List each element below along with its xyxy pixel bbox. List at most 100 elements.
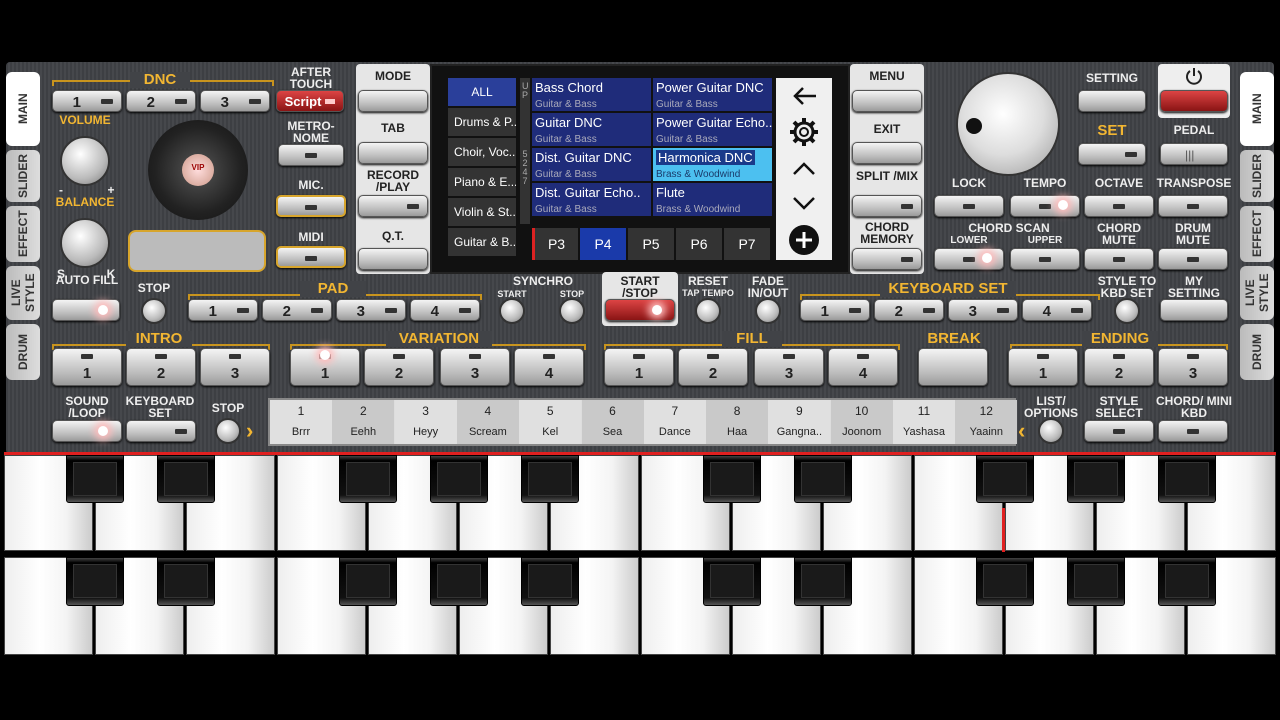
black-key[interactable]: [794, 455, 852, 503]
sound-pad-9[interactable]: 9 Gangna..: [768, 400, 831, 444]
tempo-button[interactable]: [1010, 195, 1080, 217]
fill-button-4[interactable]: 4: [828, 348, 898, 386]
synchro-start-knob[interactable]: [499, 298, 525, 324]
pad-button-3[interactable]: 3: [336, 299, 406, 321]
gear-icon[interactable]: [788, 116, 820, 148]
chord-scan-lower-button[interactable]: [934, 248, 1004, 270]
metronome-button[interactable]: [278, 144, 344, 166]
black-key[interactable]: [339, 455, 397, 503]
dnc-button-3[interactable]: 3: [200, 90, 270, 112]
sound-pad-6[interactable]: 6 Sea: [581, 400, 644, 444]
black-key[interactable]: [703, 557, 761, 606]
page-tab-p6[interactable]: P6: [676, 228, 722, 260]
right-tab-live-style[interactable]: LIVE STYLE: [1240, 266, 1274, 320]
black-key[interactable]: [521, 557, 579, 606]
keyboard-set-button-1[interactable]: 1: [800, 299, 870, 321]
my-setting-button[interactable]: [1160, 299, 1228, 321]
octave-button[interactable]: [1084, 195, 1154, 217]
ending-button-2[interactable]: 2: [1084, 348, 1154, 386]
page-tab-p4[interactable]: P4: [580, 228, 626, 260]
page-scroll[interactable]: UP 5 2 4 7: [520, 78, 530, 224]
set-button[interactable]: [1078, 143, 1146, 165]
black-key[interactable]: [157, 557, 215, 606]
black-key[interactable]: [1158, 557, 1216, 606]
category-violin[interactable]: Violin & St..: [448, 198, 516, 226]
voice-flute[interactable]: Flute Brass & Woodwind: [653, 183, 772, 217]
tab-button[interactable]: [358, 142, 428, 164]
exit-button[interactable]: [852, 142, 922, 164]
list-options-knob[interactable]: [1038, 418, 1064, 444]
black-key[interactable]: [66, 557, 124, 606]
black-key[interactable]: [794, 557, 852, 606]
sound-pad-10[interactable]: 10 Joonom: [830, 400, 893, 444]
power-button[interactable]: [1160, 90, 1228, 112]
black-key[interactable]: [1067, 557, 1125, 606]
page-tab-p5[interactable]: P5: [628, 228, 674, 260]
left-tab-slider[interactable]: SLIDER: [6, 150, 40, 202]
pad-button-2[interactable]: 2: [262, 299, 332, 321]
black-key[interactable]: [703, 455, 761, 503]
script-button[interactable]: Script: [276, 90, 344, 112]
setting-button[interactable]: [1078, 90, 1146, 112]
category-drums[interactable]: Drums & P..: [448, 108, 516, 136]
intro-button-1[interactable]: 1: [52, 348, 122, 386]
page-tab-p3[interactable]: P3: [532, 228, 578, 260]
mode-button[interactable]: [358, 90, 428, 112]
variation-button-3[interactable]: 3: [440, 348, 510, 386]
record-play-button[interactable]: [358, 195, 428, 217]
sound-pad-3[interactable]: 3 Heyy: [394, 400, 457, 444]
black-key[interactable]: [157, 455, 215, 503]
lock-button[interactable]: [934, 195, 1004, 217]
drum-mute-button[interactable]: [1158, 248, 1228, 270]
variation-button-4[interactable]: 4: [514, 348, 584, 386]
black-key[interactable]: [976, 455, 1034, 503]
left-tab-main[interactable]: MAIN: [6, 72, 40, 146]
right-tab-slider[interactable]: SLIDER: [1240, 150, 1274, 202]
reset-knob[interactable]: [695, 298, 721, 324]
sound-pad-1[interactable]: 1 Brrr: [270, 400, 332, 444]
black-key[interactable]: [976, 557, 1034, 606]
fill-button-1[interactable]: 1: [604, 348, 674, 386]
sound-pad-5[interactable]: 5 Kel: [519, 400, 582, 444]
chord-scan-upper-button[interactable]: [1010, 248, 1080, 270]
sound-loop-button[interactable]: [52, 420, 122, 442]
black-key[interactable]: [430, 455, 488, 503]
qt-button[interactable]: [358, 248, 428, 270]
sound-pad-7[interactable]: 7 Dance: [643, 400, 706, 444]
black-key[interactable]: [1067, 455, 1125, 503]
category-piano[interactable]: Piano & E...: [448, 168, 516, 196]
balance-knob[interactable]: [60, 218, 110, 268]
page-tab-p7[interactable]: P7: [724, 228, 770, 260]
black-key[interactable]: [66, 455, 124, 503]
fade-knob[interactable]: [755, 298, 781, 324]
sound-pad-12[interactable]: 12 Yaainn: [955, 400, 1018, 444]
category-choir[interactable]: Choir, Voc..: [448, 138, 516, 166]
voice-bass-chord[interactable]: Bass Chord Guitar & Bass: [532, 78, 651, 112]
sound-pad-11[interactable]: 11 Yashasa: [893, 400, 955, 444]
pad-button-1[interactable]: 1: [188, 299, 258, 321]
voice-power-guitar-echo[interactable]: Power Guitar Echo.. Guitar & Bass: [653, 113, 772, 147]
left-tab-live-style[interactable]: LIVE STYLE: [6, 266, 40, 320]
fill-button-2[interactable]: 2: [678, 348, 748, 386]
stop2-knob[interactable]: [215, 418, 241, 444]
pad-button-4[interactable]: 4: [410, 299, 480, 321]
sound-pad-2[interactable]: 2 Eehh: [332, 400, 395, 444]
menu-button[interactable]: [852, 90, 922, 112]
sound-pad-4[interactable]: 4 Scream: [456, 400, 519, 444]
chevron-down-icon[interactable]: [792, 196, 816, 210]
left-tab-effect[interactable]: EFFECT: [6, 206, 40, 262]
keyboard-set-button-4[interactable]: 4: [1022, 299, 1092, 321]
left-tab-drum[interactable]: DRUM: [6, 324, 40, 380]
break-button[interactable]: [918, 348, 988, 386]
voice-harmonica-dnc[interactable]: Harmonica DNC Brass & Woodwind: [653, 148, 772, 182]
back-arrow-icon[interactable]: [792, 86, 818, 106]
plus-circle-icon[interactable]: [788, 224, 820, 256]
category-guitar[interactable]: Guitar & B..: [448, 228, 516, 256]
right-tab-effect[interactable]: EFFECT: [1240, 206, 1274, 262]
pad-stop-knob[interactable]: [141, 298, 167, 324]
ending-button-3[interactable]: 3: [1158, 348, 1228, 386]
voice-dist-guitar-dnc[interactable]: Dist. Guitar DNC Guitar & Bass: [532, 148, 651, 182]
display-pad[interactable]: [128, 230, 266, 272]
keyboard-set-button-3[interactable]: 3: [948, 299, 1018, 321]
pedal-button[interactable]: |||: [1160, 143, 1228, 165]
